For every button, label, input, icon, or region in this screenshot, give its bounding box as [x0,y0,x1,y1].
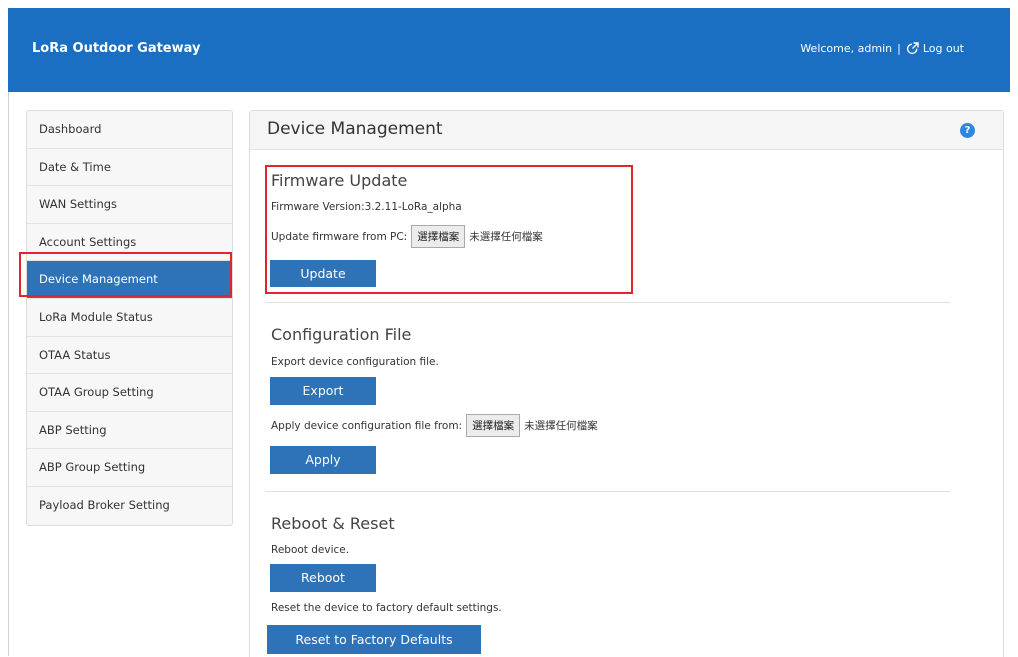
sidebar-item-account-settings[interactable]: Account Settings [27,224,232,262]
sidebar-item-wan-settings[interactable]: WAN Settings [27,186,232,224]
config-apply-row: Apply device configuration file from: 選擇… [271,414,598,437]
sidebar-item-abp-setting[interactable]: ABP Setting [27,412,232,450]
firmware-upload-row: Update firmware from PC: 選擇檔案 未選擇任何檔案 [271,225,543,248]
reboot-description: Reboot device. [271,544,350,556]
reset-factory-defaults-button[interactable]: Reset to Factory Defaults [267,625,481,654]
panel-header: Device Management ? [250,111,1003,150]
page-title: Device Management [267,119,443,139]
sidebar-item-otaa-group-setting[interactable]: OTAA Group Setting [27,374,232,412]
config-choose-file-button[interactable]: 選擇檔案 [466,414,521,437]
reboot-button[interactable]: Reboot [270,564,376,592]
brand-title[interactable]: LoRa Outdoor Gateway [32,41,200,56]
firmware-choose-file-button[interactable]: 選擇檔案 [411,225,466,248]
export-button[interactable]: Export [270,377,376,405]
reboot-reset-title: Reboot & Reset [271,514,395,533]
logout-link[interactable]: Log out [923,42,964,55]
sidebar-item-dashboard[interactable]: Dashboard [27,111,232,149]
firmware-update-title: Firmware Update [271,171,408,190]
page-left-border [8,92,9,656]
firmware-version-text: Firmware Version:3.2.11-LoRa_alpha [271,201,462,213]
apply-button[interactable]: Apply [270,446,376,474]
welcome-text: Welcome, admin [800,42,893,55]
sidebar-item-otaa-status[interactable]: OTAA Status [27,337,232,375]
export-description: Export device configuration file. [271,356,439,368]
config-apply-label: Apply device configuration file from: [271,419,463,432]
section-divider [265,491,950,492]
sidebar-item-device-management[interactable]: Device Management [27,261,232,299]
sidebar-item-date-time[interactable]: Date & Time [27,149,232,187]
firmware-no-file-text: 未選擇任何檔案 [469,231,543,243]
help-icon[interactable]: ? [960,123,975,138]
sidebar-menu: Dashboard Date & Time WAN Settings Accou… [26,110,233,526]
header-separator: | [897,42,901,55]
top-navbar: LoRa Outdoor Gateway Welcome, admin | Lo… [8,8,1010,92]
reset-description: Reset the device to factory default sett… [271,602,502,614]
sidebar-item-lora-module-status[interactable]: LoRa Module Status [27,299,232,337]
top-margin [8,0,1010,8]
logout-icon[interactable] [906,42,919,55]
user-welcome: Welcome, admin | Log out [800,42,964,55]
section-divider [265,302,950,303]
configuration-file-title: Configuration File [271,325,412,344]
update-button[interactable]: Update [270,260,376,287]
sidebar-item-payload-broker-setting[interactable]: Payload Broker Setting [27,487,232,525]
sidebar-item-abp-group-setting[interactable]: ABP Group Setting [27,449,232,487]
firmware-upload-label: Update firmware from PC: [271,230,408,243]
config-no-file-text: 未選擇任何檔案 [524,420,598,432]
